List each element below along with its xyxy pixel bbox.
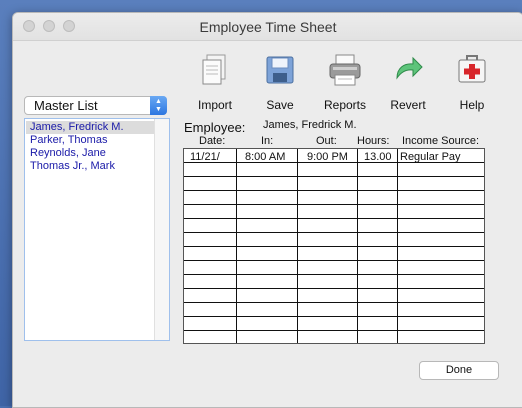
revert-button[interactable]: Revert: [373, 50, 443, 112]
grid-divider: [184, 246, 484, 247]
column-header-income-source: Income Source:: [402, 135, 480, 147]
grid-divider: [184, 204, 484, 205]
cell-date[interactable]: 11/21/: [190, 151, 220, 163]
timesheet-window: Employee Time Sheet Import Save Reports …: [12, 12, 522, 408]
timesheet-grid[interactable]: 11/21/ 8:00 AM 9:00 PM 13.00 Regular Pay: [183, 148, 485, 344]
import-icon: [180, 50, 250, 90]
column-header-out: Out:: [316, 135, 337, 147]
first-aid-kit-icon: [437, 50, 507, 90]
list-item[interactable]: Thomas Jr., Mark: [26, 160, 154, 173]
revert-arrow-icon: [373, 50, 443, 90]
employee-name: James, Fredrick M.: [263, 119, 357, 131]
cell-hours[interactable]: 13.00: [364, 151, 392, 163]
list-scrollbar[interactable]: [154, 119, 169, 340]
employee-list[interactable]: James, Fredrick M. Parker, Thomas Reynol…: [24, 118, 170, 341]
save-button[interactable]: Save: [245, 50, 315, 112]
reports-button[interactable]: Reports: [310, 50, 380, 112]
grid-divider: [184, 260, 484, 261]
column-header-date: Date:: [199, 135, 226, 147]
grid-divider: [184, 288, 484, 289]
cell-income-source[interactable]: Regular Pay: [400, 151, 461, 163]
list-item[interactable]: James, Fredrick M.: [26, 121, 154, 134]
chevron-up-down-icon: ▲ ▼: [150, 96, 167, 115]
grid-divider: [184, 274, 484, 275]
grid-divider: [184, 218, 484, 219]
revert-label: Revert: [390, 98, 426, 112]
list-item[interactable]: Parker, Thomas: [26, 134, 154, 147]
help-button[interactable]: Help: [437, 50, 507, 112]
column-header-in: In:: [261, 135, 274, 147]
grid-divider: [184, 176, 484, 177]
grid-divider: [184, 232, 484, 233]
grid-divider: [184, 316, 484, 317]
cell-out[interactable]: 9:00 PM: [307, 151, 348, 163]
list-selector-popup[interactable]: Master List ▲ ▼: [24, 96, 167, 115]
list-selector-value: Master List: [34, 98, 98, 113]
import-button[interactable]: Import: [180, 50, 250, 112]
column-header-hours: Hours:: [357, 135, 390, 147]
list-item[interactable]: Reynolds, Jane: [26, 147, 154, 160]
grid-divider: [184, 302, 484, 303]
floppy-disk-icon: [245, 50, 315, 90]
reports-label: Reports: [323, 98, 367, 112]
printer-icon: [310, 50, 380, 90]
grid-divider: [184, 330, 484, 331]
window-title: Employee Time Sheet: [199, 19, 337, 35]
save-label: Save: [266, 98, 294, 112]
import-label: Import: [197, 98, 232, 112]
help-label: Help: [459, 98, 485, 112]
cell-in[interactable]: 8:00 AM: [245, 151, 285, 163]
title-bar[interactable]: Employee Time Sheet: [13, 13, 522, 41]
grid-divider: [184, 190, 484, 191]
done-button[interactable]: Done: [419, 361, 499, 380]
employee-label: Employee:: [184, 120, 246, 135]
